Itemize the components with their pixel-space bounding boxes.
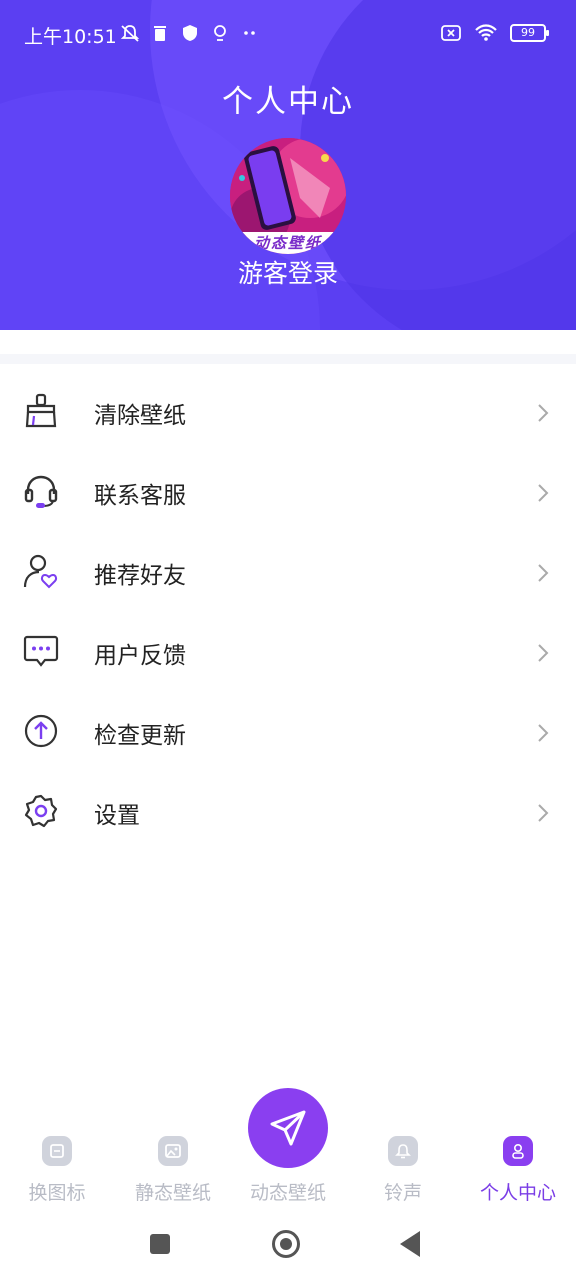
menu-item-label: 设置 — [94, 803, 140, 829]
wifi-icon — [475, 24, 497, 41]
chevron-right-icon — [538, 484, 549, 502]
menu-item-clear-wallpaper[interactable]: 清除壁纸 — [0, 372, 576, 452]
status-bar: 上午10:51 99 — [0, 18, 576, 52]
headset-icon — [24, 475, 58, 508]
page-title: 个人中心 — [222, 84, 354, 120]
bulb-icon — [214, 25, 226, 41]
chevron-right-icon — [538, 564, 549, 582]
chevron-right-icon — [538, 404, 549, 422]
nav-label: 铃声 — [383, 1182, 422, 1204]
menu-item-label: 清除壁纸 — [94, 403, 186, 429]
trash-icon — [154, 26, 166, 41]
home-button[interactable] — [272, 1230, 300, 1258]
chevron-right-icon — [538, 644, 549, 662]
bell-icon — [388, 1136, 418, 1166]
more-icon — [244, 31, 255, 35]
status-left-icons — [120, 23, 260, 43]
menu-item-settings[interactable]: 设置 — [0, 772, 576, 852]
arrow-up-circle-icon — [24, 714, 58, 748]
tab-static-wallpaper[interactable]: 静态壁纸 — [118, 1136, 228, 1205]
user-heart-icon — [23, 554, 58, 589]
send-icon — [270, 1110, 306, 1146]
nav-label: 个人中心 — [479, 1182, 556, 1204]
section-divider — [0, 354, 576, 364]
nav-label: 换图标 — [28, 1182, 86, 1204]
gear-icon — [24, 794, 58, 828]
profile-header: 上午10:51 99 个人中心 动态壁纸 游客登录 — [0, 0, 576, 330]
tab-profile[interactable]: 个人中心 — [463, 1136, 573, 1205]
menu-item-check-update[interactable]: 检查更新 — [0, 692, 576, 772]
notification-muted-icon — [120, 25, 140, 42]
chevron-right-icon — [538, 804, 549, 822]
menu-item-label: 联系客服 — [94, 483, 186, 509]
swap-icon — [42, 1136, 72, 1166]
status-right-icons: 99 — [440, 23, 549, 43]
chevron-right-icon — [538, 724, 549, 742]
avatar-caption: 动态壁纸 — [230, 232, 346, 254]
tab-live-wallpaper-button[interactable] — [248, 1088, 328, 1168]
chat-bubble-icon — [23, 635, 59, 667]
settings-menu: 清除壁纸 联系客服 推荐好友 用户反馈 检查更新 设置 — [0, 372, 576, 852]
image-icon — [158, 1136, 188, 1166]
battery-icon: 99 — [510, 24, 549, 42]
recents-button[interactable] — [150, 1234, 170, 1254]
menu-item-contact-support[interactable]: 联系客服 — [0, 452, 576, 532]
avatar[interactable]: 动态壁纸 — [230, 138, 346, 254]
back-button[interactable] — [400, 1231, 420, 1257]
tab-ringtone[interactable]: 铃声 — [348, 1136, 458, 1205]
menu-item-label: 推荐好友 — [94, 563, 186, 589]
nav-label: 静态壁纸 — [134, 1182, 211, 1204]
menu-item-recommend-friends[interactable]: 推荐好友 — [0, 532, 576, 612]
menu-item-feedback[interactable]: 用户反馈 — [0, 612, 576, 692]
guest-login-link[interactable]: 游客登录 — [0, 254, 576, 290]
menu-item-label: 用户反馈 — [94, 643, 186, 669]
nav-label: 动态壁纸 — [249, 1182, 326, 1204]
tab-swap-icon[interactable]: 换图标 — [2, 1136, 112, 1205]
broom-icon — [25, 393, 57, 428]
status-time: 上午10:51 — [24, 26, 117, 48]
shield-icon — [183, 25, 197, 41]
user-icon — [503, 1136, 533, 1166]
menu-item-label: 检查更新 — [94, 723, 186, 749]
sim-missing-icon — [441, 25, 461, 41]
system-nav-bar — [0, 1214, 576, 1274]
